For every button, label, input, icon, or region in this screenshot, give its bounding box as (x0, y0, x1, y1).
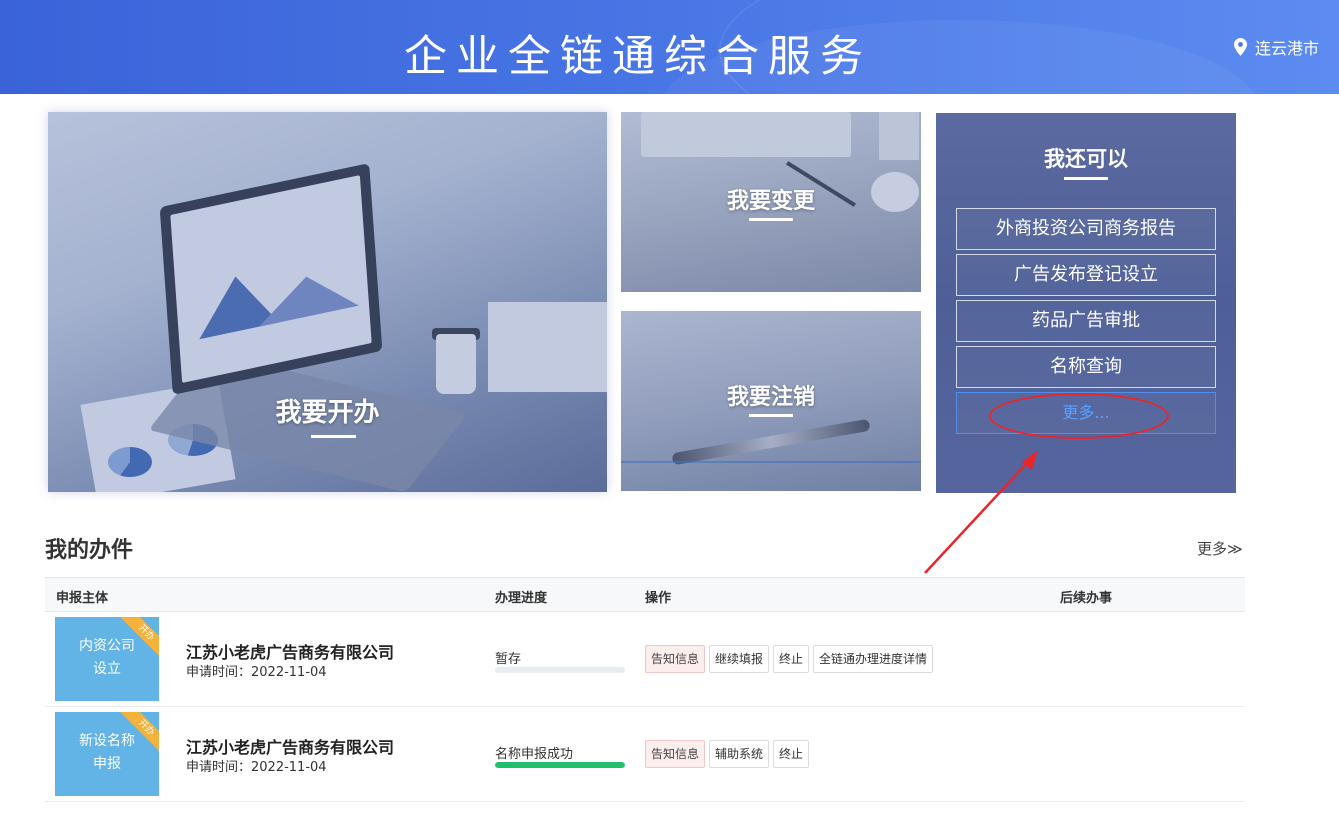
my-tasks-more-link[interactable]: 更多≫ (1197, 538, 1243, 559)
terminate-button[interactable]: 终止 (773, 645, 810, 673)
more-services-title: 我还可以 (1044, 147, 1128, 171)
cancel-business-title: 我要注销 (726, 385, 815, 410)
auxiliary-system-button[interactable]: 辅助系统 (709, 740, 770, 768)
progress-label: 暂存 (495, 652, 522, 667)
column-header-applicant: 申报主体 (56, 591, 109, 606)
open-business-card[interactable]: 我要开办 (48, 112, 607, 492)
tasks-table-header: 申报主体 办理进度 操作 后续办事 (45, 577, 1245, 612)
change-business-title: 我要变更 (726, 189, 815, 214)
annotation-ellipse (989, 393, 1169, 439)
map-pin-icon (1233, 38, 1247, 56)
page-title: 企业全链通综合服务 (404, 32, 872, 82)
notice-info-button[interactable]: 告知信息 (645, 645, 706, 673)
title-underline (749, 218, 793, 221)
row-actions: 告知信息 继续填报 终止 全链通办理进度详情 (645, 645, 934, 673)
terminate-button[interactable]: 终止 (773, 740, 810, 768)
progress-fill (495, 762, 625, 768)
open-business-title: 我要开办 (275, 398, 380, 428)
apply-time: 申请时间：2022-11-04 (186, 760, 327, 775)
my-tasks-title: 我的办件 (45, 538, 134, 563)
task-type-label: 新设名称 申报 (79, 733, 135, 772)
column-header-progress: 办理进度 (495, 591, 548, 606)
apply-time: 申请时间：2022-11-04 (186, 665, 327, 680)
progress-details-button[interactable]: 全链通办理进度详情 (813, 645, 934, 673)
change-business-card[interactable]: 我要变更 (621, 112, 921, 292)
company-name: 江苏小老虎广告商务有限公司 (186, 643, 395, 662)
task-type-label: 内资公司 设立 (79, 638, 135, 677)
ad-publishing-registration-button[interactable]: 广告发布登记设立 (956, 254, 1216, 296)
progress-bar (495, 762, 625, 768)
continue-filling-button[interactable]: 继续填报 (709, 645, 770, 673)
notice-info-button[interactable]: 告知信息 (645, 740, 706, 768)
progress-bar (495, 667, 625, 673)
header-banner: 企业全链通综合服务 连云港市 (0, 0, 1339, 94)
title-underline (311, 435, 356, 438)
location-label: 连云港市 (1254, 39, 1319, 58)
drug-ad-approval-button[interactable]: 药品广告审批 (956, 300, 1216, 342)
title-underline (1064, 177, 1108, 180)
title-underline (749, 414, 793, 417)
name-query-button[interactable]: 名称查询 (956, 346, 1216, 388)
location-selector[interactable]: 连云港市 (1233, 35, 1319, 59)
column-header-actions: 操作 (645, 591, 672, 606)
cancel-business-card[interactable]: 我要注销 (621, 311, 921, 491)
task-type-thumbnail: 内资公司 设立 开办 (55, 617, 159, 701)
table-row: 新设名称 申报 开办 江苏小老虎广告商务有限公司 申请时间：2022-11-04… (45, 707, 1245, 802)
company-name: 江苏小老虎广告商务有限公司 (186, 738, 395, 757)
row-actions: 告知信息 辅助系统 终止 (645, 740, 810, 768)
task-type-thumbnail: 新设名称 申报 开办 (55, 712, 159, 796)
progress-label: 名称申报成功 (495, 747, 574, 762)
column-header-followup: 后续办事 (1060, 591, 1113, 606)
annotation-arrow (924, 450, 1038, 574)
foreign-investment-report-button[interactable]: 外商投资公司商务报告 (956, 208, 1216, 250)
table-row: 内资公司 设立 开办 江苏小老虎广告商务有限公司 申请时间：2022-11-04… (45, 612, 1245, 707)
